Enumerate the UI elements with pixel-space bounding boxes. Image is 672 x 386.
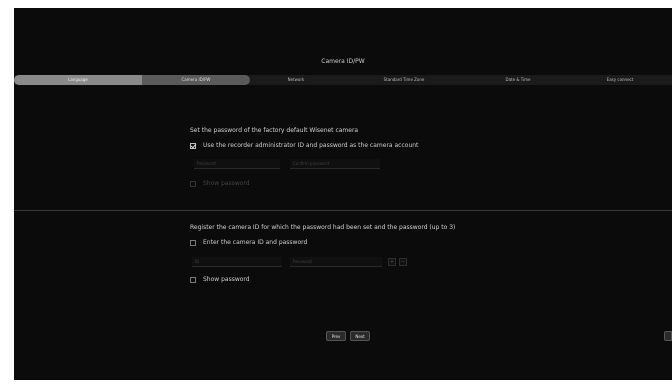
- step-standard-time-zone[interactable]: Standard Time Zone: [342, 75, 466, 85]
- wizard-step-bar: Language Camera ID/PW Network Standard T…: [14, 75, 672, 85]
- factory-show-password-label: Show password: [203, 180, 250, 187]
- factory-confirm-password-input[interactable]: Confirm password: [290, 159, 380, 169]
- register-camera-heading: Register the camera ID for which the pas…: [190, 224, 456, 231]
- camera-password-input[interactable]: Password: [290, 257, 382, 267]
- use-recorder-account-label: Use the recorder administrator ID and pa…: [203, 142, 419, 149]
- step-language[interactable]: Language: [14, 75, 142, 85]
- step-network[interactable]: Network: [250, 75, 342, 85]
- step-easy-connect[interactable]: Easy connect: [570, 75, 670, 85]
- edge-button[interactable]: [664, 331, 672, 341]
- enter-camera-id-label: Enter the camera ID and password: [203, 239, 308, 246]
- enter-camera-id-checkbox[interactable]: [190, 239, 196, 246]
- register-show-password-option[interactable]: Show password: [190, 276, 250, 283]
- prev-button[interactable]: Prev: [326, 331, 346, 341]
- register-show-password-checkbox[interactable]: [190, 276, 196, 283]
- enter-camera-id-option[interactable]: Enter the camera ID and password: [190, 239, 307, 246]
- register-show-password-label: Show password: [203, 276, 250, 283]
- factory-show-password-checkbox[interactable]: [190, 180, 196, 187]
- use-recorder-account-checkbox[interactable]: [190, 142, 196, 149]
- factory-password-input[interactable]: Password: [194, 159, 280, 169]
- setup-wizard-screen: Camera ID/PW Language Camera ID/PW Netwo…: [14, 8, 672, 380]
- factory-show-password-option[interactable]: Show password: [190, 180, 250, 187]
- step-camera-id-pw[interactable]: Camera ID/PW: [142, 75, 250, 85]
- add-camera-button[interactable]: +: [388, 258, 396, 266]
- page-title: Camera ID/PW: [321, 58, 365, 65]
- camera-id-input[interactable]: ID: [192, 257, 282, 267]
- factory-password-heading: Set the password of the factory default …: [190, 127, 359, 134]
- use-recorder-account-option[interactable]: Use the recorder administrator ID and pa…: [190, 142, 418, 149]
- section-divider: [14, 210, 672, 211]
- step-date-time[interactable]: Date & Time: [466, 75, 570, 85]
- next-button[interactable]: Next: [350, 331, 370, 341]
- remove-camera-button[interactable]: −: [399, 258, 407, 266]
